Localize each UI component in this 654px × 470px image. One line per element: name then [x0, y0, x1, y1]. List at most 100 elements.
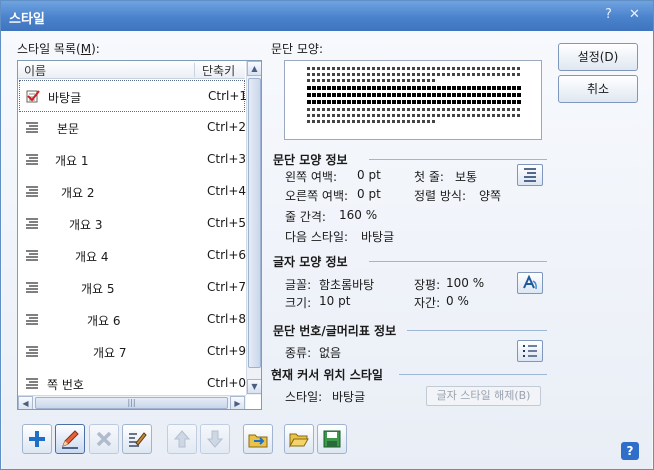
section-divider	[399, 374, 547, 375]
horizontal-scrollbar[interactable]: ◀ ||| ▶	[18, 395, 246, 409]
right-margin-label: 오른쪽 여백:	[285, 189, 349, 203]
paragraph-lines-icon	[26, 122, 38, 133]
column-header-shortcut[interactable]: 단축키	[202, 62, 235, 79]
style-shortcut: Ctrl+0	[207, 376, 247, 390]
style-list-label: 스타일 목록(M):	[17, 42, 100, 56]
char-shape-button[interactable]	[517, 272, 543, 294]
style-shortcut: Ctrl+1	[208, 89, 248, 103]
style-shortcut: Ctrl+4	[207, 184, 247, 198]
list-item[interactable]: 개요 2 Ctrl+4	[19, 176, 247, 208]
delete-style-button[interactable]	[89, 424, 119, 454]
horizontal-scroll-thumb[interactable]: |||	[35, 397, 228, 409]
scroll-right-button[interactable]: ▶	[230, 396, 245, 409]
style-name: 개요 5	[81, 282, 115, 296]
list-item[interactable]: 개요 6 Ctrl+8	[19, 304, 247, 336]
char-shape-icon	[523, 274, 537, 290]
move-up-button[interactable]	[167, 424, 197, 454]
pencil-icon	[62, 430, 79, 449]
size-label: 크기:	[285, 296, 312, 310]
style-name: 쪽 번호	[47, 378, 84, 392]
move-down-button[interactable]	[200, 424, 230, 454]
import-style-button[interactable]	[243, 424, 273, 454]
scroll-left-button[interactable]: ◀	[18, 396, 33, 409]
cursor-style-label: 스타일:	[285, 390, 323, 404]
help-title-button[interactable]: ?	[605, 7, 612, 22]
setting-button[interactable]: 설정(D)	[558, 43, 638, 71]
list-item[interactable]: 개요 5 Ctrl+7	[19, 272, 246, 304]
style-name: 개요 1	[55, 154, 89, 168]
line-spacing-value: 160 %	[339, 208, 378, 222]
plus-icon	[29, 431, 45, 447]
save-disk-icon	[323, 430, 341, 448]
font-value: 함초롬바탕	[319, 278, 375, 292]
save-style-button[interactable]	[317, 424, 347, 454]
title-bar[interactable]: 스타일 ? ✕	[1, 1, 653, 31]
paragraph-lines-icon	[26, 282, 38, 293]
list-item[interactable]: 바탕글 Ctrl+1	[19, 80, 248, 112]
checked-paragraph-icon	[26, 90, 40, 103]
open-style-button[interactable]	[284, 424, 314, 454]
style-name: 개요 2	[61, 186, 95, 200]
right-margin-value: 0 pt	[357, 187, 381, 201]
rename-style-button[interactable]	[122, 424, 152, 454]
cancel-button[interactable]: 취소	[558, 75, 638, 103]
open-folder-icon	[289, 433, 309, 448]
paragraph-lines-icon	[26, 346, 38, 357]
release-char-style-button[interactable]: 글자 스타일 해제(B)	[426, 386, 541, 406]
help-icon[interactable]: ?	[621, 442, 639, 460]
numbering-button[interactable]	[517, 340, 543, 362]
next-style-label: 다음 스타일:	[285, 230, 349, 244]
next-style-value: 바탕글	[361, 230, 395, 244]
close-button[interactable]: ✕	[629, 7, 640, 22]
paragraph-lines-icon	[26, 218, 38, 229]
list-item[interactable]: 본문 Ctrl+2	[19, 112, 246, 144]
delete-x-icon	[96, 431, 112, 447]
paragraph-lines-icon	[26, 378, 38, 389]
numbering-kind-value: 없음	[319, 346, 342, 360]
ratio-value: 100 %	[446, 276, 485, 290]
preview-line	[307, 86, 521, 90]
preview-line	[307, 120, 437, 123]
paragraph-lines-icon	[26, 250, 38, 261]
scroll-up-button[interactable]: ▲	[247, 61, 261, 76]
arrow-down-icon	[206, 430, 224, 448]
paragraph-preview	[284, 60, 542, 140]
preview-line	[307, 67, 521, 70]
rename-edit-icon	[129, 432, 147, 447]
first-line-label: 첫 줄:	[414, 170, 444, 184]
list-item[interactable]: 개요 7 Ctrl+9	[19, 336, 246, 368]
style-name: 본문	[57, 122, 80, 136]
scroll-thumb[interactable]	[248, 78, 261, 368]
scroll-down-button[interactable]: ▼	[247, 379, 261, 394]
add-style-button[interactable]	[22, 424, 52, 454]
spacing-value: 0 %	[446, 294, 469, 308]
char-info-title: 글자 모양 정보	[273, 255, 348, 269]
first-line-value: 보통	[455, 170, 478, 184]
preview-line	[307, 100, 521, 104]
preview-line	[307, 79, 437, 82]
style-shortcut: Ctrl+6	[207, 248, 247, 262]
list-item[interactable]: 개요 4 Ctrl+6	[19, 240, 247, 272]
align-value: 양쪽	[479, 189, 502, 203]
column-header-name[interactable]: 이름	[24, 62, 46, 79]
list-item[interactable]: 개요 1 Ctrl+3	[19, 144, 246, 176]
arrow-up-icon	[173, 430, 191, 448]
style-list[interactable]: 이름 단축키 바탕글 Ctrl+1 본문 Ctrl+2 개요 1 Ctrl+3 …	[17, 60, 262, 410]
list-item[interactable]: 개요 3 Ctrl+5	[19, 208, 246, 240]
paragraph-align-icon	[524, 168, 536, 182]
paragraph-lines-icon	[26, 314, 38, 325]
edit-style-button[interactable]	[55, 424, 85, 454]
section-divider	[369, 159, 547, 160]
list-header: 이름 단축키	[18, 61, 245, 79]
import-folder-icon	[248, 434, 268, 448]
vertical-scrollbar[interactable]: ▲ ▼	[246, 61, 261, 395]
preview-line	[307, 108, 521, 111]
bullet-list-icon	[523, 345, 537, 357]
paragraph-shape-button[interactable]	[517, 164, 543, 186]
dialog-title: 스타일	[9, 12, 45, 27]
style-shortcut: Ctrl+8	[207, 312, 247, 326]
ratio-label: 장평:	[414, 278, 441, 292]
preview-line	[307, 114, 521, 117]
style-name: 바탕글	[48, 91, 82, 105]
align-label: 정렬 방식:	[414, 189, 467, 203]
